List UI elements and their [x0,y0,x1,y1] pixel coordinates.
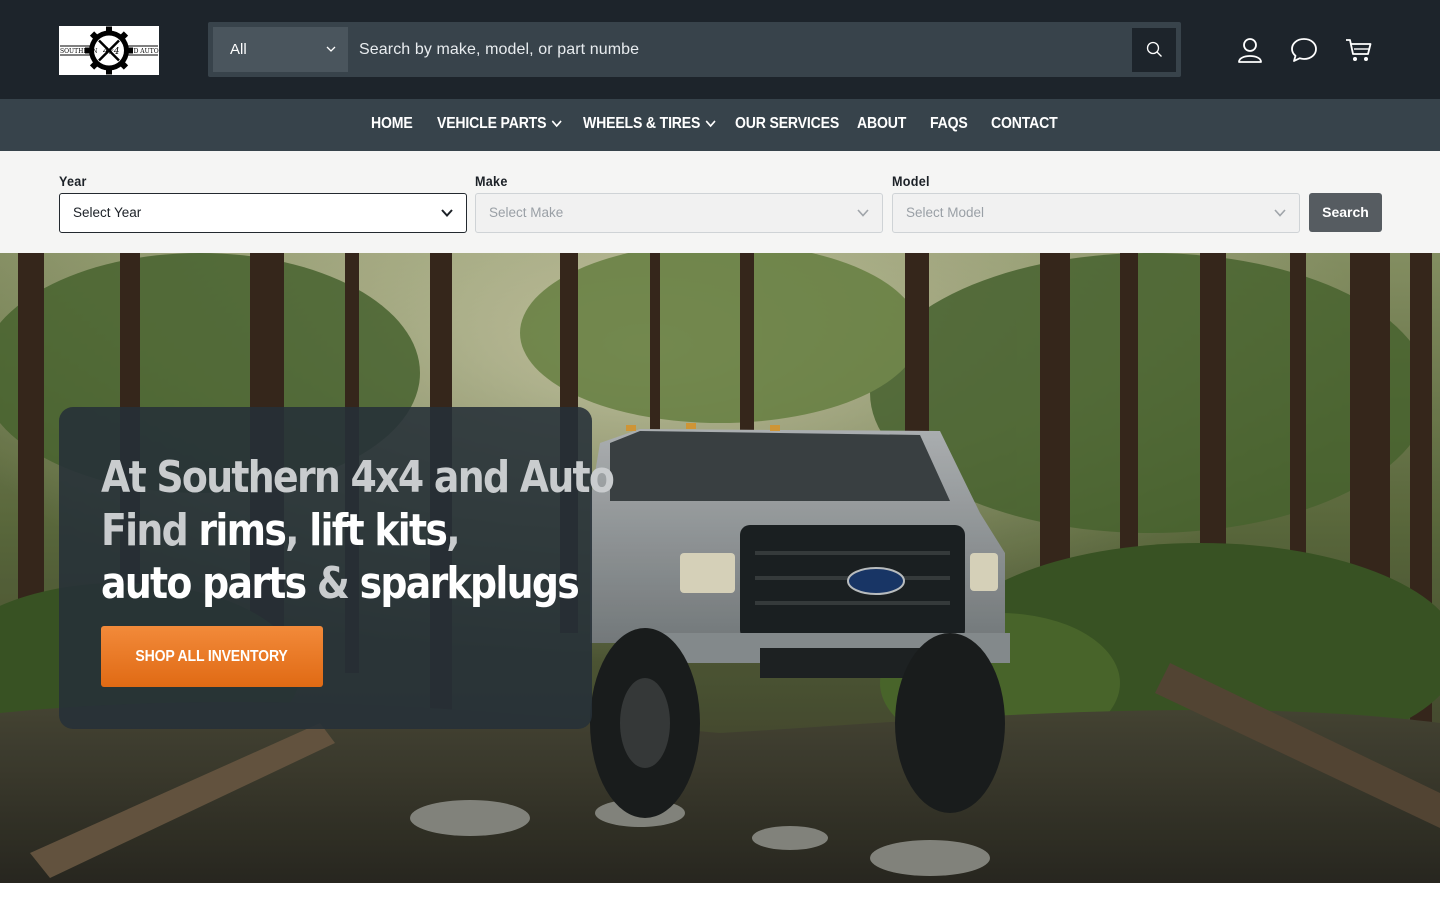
search-icon [1146,41,1162,57]
hero-comma-1: , [285,505,310,556]
chevron-down-icon [326,46,336,52]
hero-rims: rims [198,505,286,556]
finder-search-button[interactable]: Search [1309,193,1382,232]
nav-about-label: ABOUT [857,115,907,132]
hero-find: Find [101,505,199,556]
model-label: Model [892,173,930,189]
nav-home-label: HOME [371,115,413,132]
nav-our-services[interactable]: OUR SERVICES [735,99,839,151]
year-label: Year [59,173,87,189]
model-select-value: Select Model [906,205,985,220]
hero-banner: At Southern 4x4 and Auto Find rims, lift… [0,253,1440,883]
nav-faqs[interactable]: FAQS [930,99,968,151]
hero-lift-kits: lift kits [309,505,448,556]
year-select-value: Select Year [73,205,142,220]
search-category-select[interactable]: All [213,27,348,72]
hero-line-3: auto parts & sparkplugs [101,557,580,610]
site-logo[interactable]: SOUTHERN 4x4 AND AUTO [59,26,159,75]
nav-vehicle-parts-label: VEHICLE PARTS [437,115,547,132]
hero-card: At Southern 4x4 and Auto Find rims, lift… [59,407,615,729]
chevron-down-icon [1274,209,1286,217]
top-header: SOUTHERN 4x4 AND AUTO All Search by make… [0,0,1440,99]
chevron-down-icon [441,209,453,217]
hero-line-1: At Southern 4x4 and Auto [101,452,615,503]
logo-gear-icon: SOUTHERN 4x4 AND AUTO [59,26,159,75]
logo-center-text: 4x4 [102,47,120,57]
main-nav: HOME VEHICLE PARTS WHEELS & TIRES OUR SE… [0,99,1440,151]
hero-line-2: Find rims, lift kits, [101,504,514,557]
hero-ampersand: & [305,558,360,609]
hero-auto-parts: auto parts [101,558,307,609]
year-select[interactable]: Select Year [59,193,467,233]
make-select[interactable]: Select Make [475,193,883,233]
chevron-down-icon [551,120,562,128]
nav-contact-label: CONTACT [991,115,1058,132]
vehicle-finder: Year Select Year Make Select Make Model … [0,151,1440,253]
nav-home[interactable]: HOME [371,99,413,151]
cart-icon[interactable] [1345,36,1373,64]
search-button[interactable] [1132,28,1176,72]
nav-about[interactable]: ABOUT [857,99,906,151]
search-category-value: All [230,41,247,58]
nav-wheels-tires-label: WHEELS & TIRES [583,115,701,132]
shop-all-inventory-label: SHOP ALL INVENTORY [135,648,289,665]
make-select-value: Select Make [489,205,564,220]
nav-faqs-label: FAQS [930,115,968,132]
search-bar: All Search by make, model, or part numbe [208,22,1181,77]
nav-our-services-label: OUR SERVICES [735,115,840,132]
hero-comma-2: , [446,505,460,556]
chevron-down-icon [705,120,716,128]
logo-left-text: SOUTHERN [60,48,97,55]
chevron-down-icon [857,209,869,217]
chat-icon[interactable] [1290,36,1318,64]
shop-all-inventory-button[interactable]: SHOP ALL INVENTORY [101,626,323,687]
nav-wheels-tires[interactable]: WHEELS & TIRES [583,99,716,151]
nav-contact[interactable]: CONTACT [991,99,1058,151]
model-select[interactable]: Select Model [892,193,1300,233]
logo-right-text: AND AUTO [123,48,159,55]
hero-sparkplugs: sparkplugs [359,558,580,609]
make-label: Make [475,173,508,189]
search-input[interactable]: Search by make, model, or part numbe [359,22,639,77]
account-icon[interactable] [1236,36,1264,64]
hero-headline: At Southern 4x4 and Auto Find rims, lift… [101,451,615,610]
nav-vehicle-parts[interactable]: VEHICLE PARTS [437,99,562,151]
